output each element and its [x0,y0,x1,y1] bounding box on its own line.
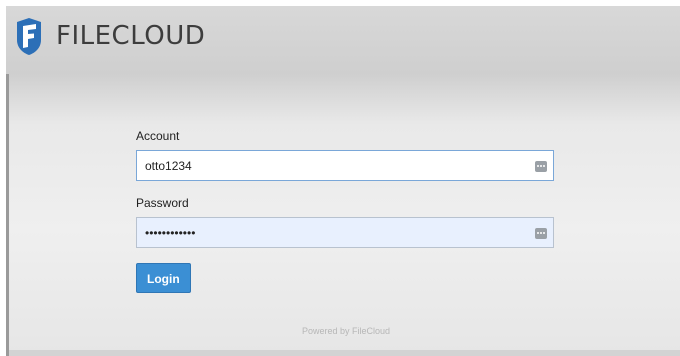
brand-logo: FILECLOUD [14,16,205,56]
account-label: Account [136,129,180,143]
panel-edge [9,350,680,356]
login-form: Account Password Login [136,129,556,293]
app-frame: FILECLOUD Account Password Login [6,6,680,356]
account-field-wrapper [136,150,554,181]
password-input[interactable] [137,218,553,247]
header: FILECLOUD [6,6,680,74]
brand-name: FILECLOUD [56,21,206,51]
key-icon[interactable] [535,161,547,172]
login-button[interactable]: Login [136,263,191,293]
filecloud-logo-icon [17,18,41,55]
account-input[interactable] [137,151,553,180]
key-icon[interactable] [535,228,547,239]
password-label: Password [136,196,189,210]
powered-by: Powered by FileCloud [301,326,391,336]
login-panel: Account Password Login Powered by FileCl… [6,74,680,356]
password-field-wrapper [136,217,554,248]
